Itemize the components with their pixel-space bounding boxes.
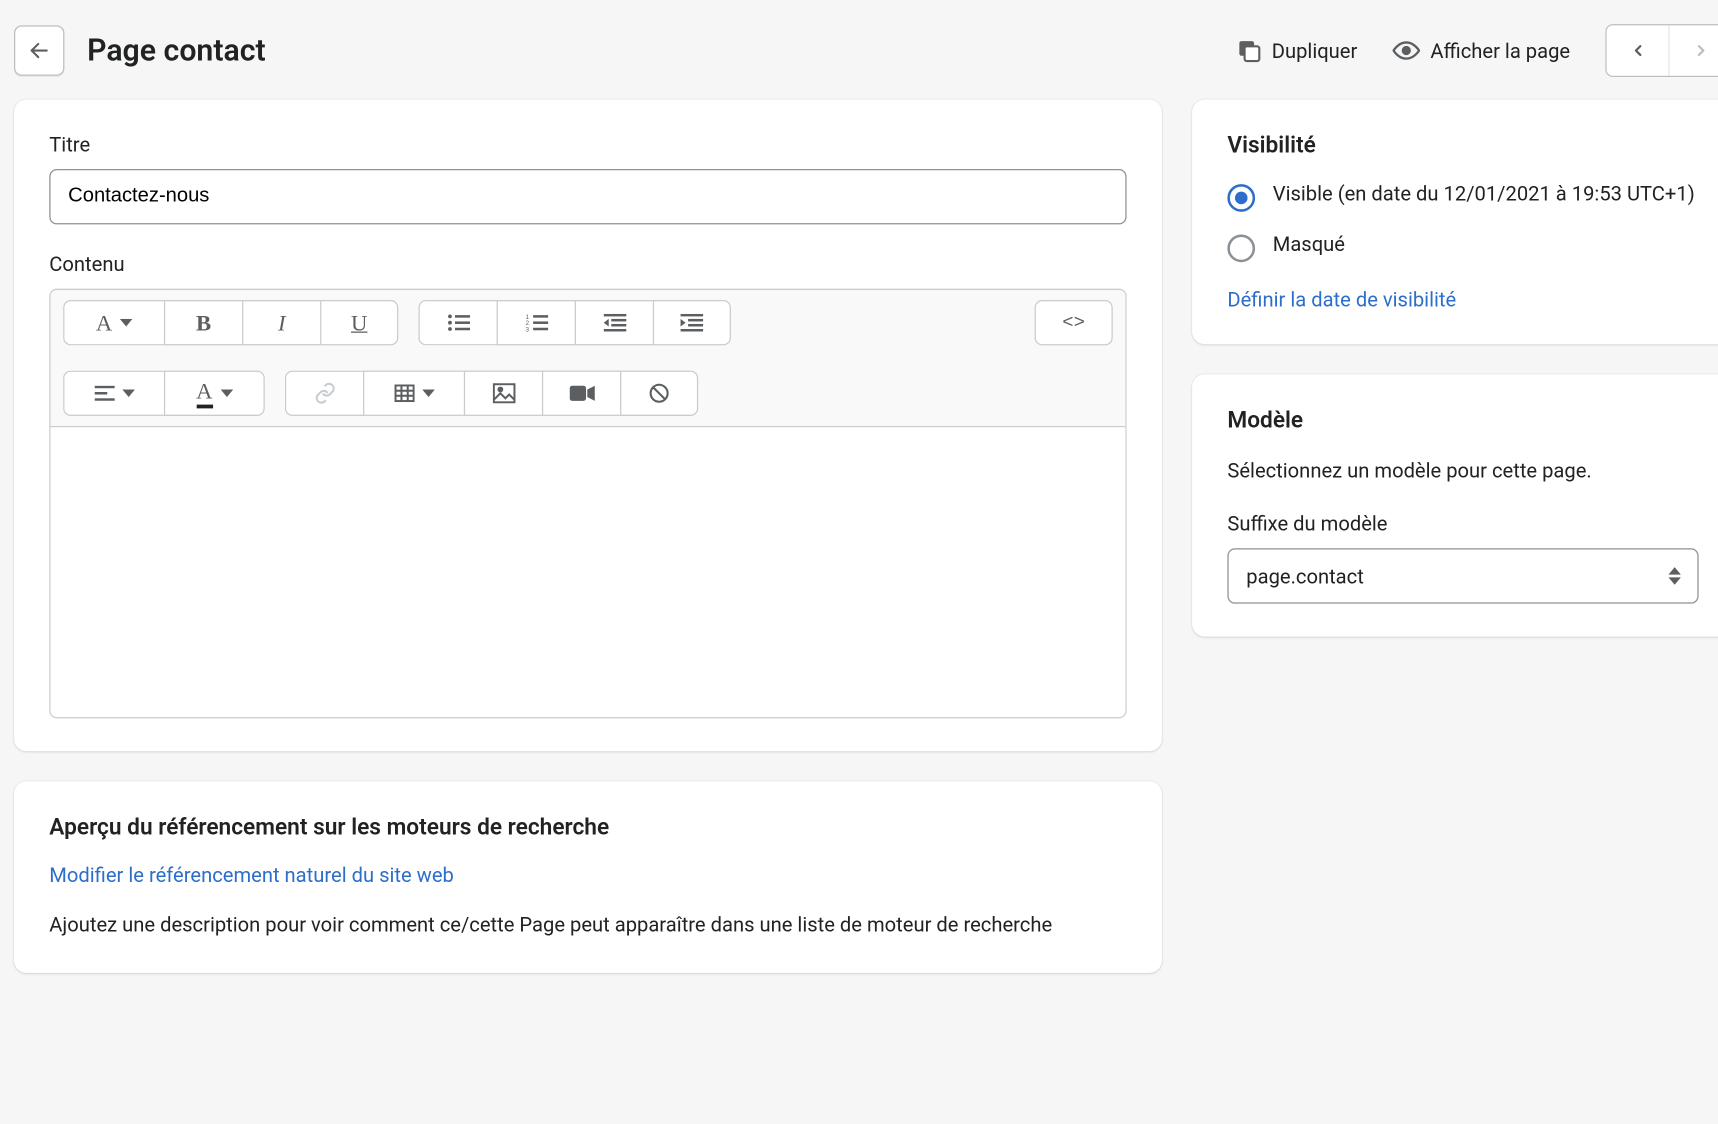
visibility-radio-hidden[interactable]: Masqué	[1227, 232, 1698, 262]
pagination	[1605, 24, 1718, 77]
template-heading: Modèle	[1227, 407, 1698, 433]
view-page-button[interactable]: Afficher la page	[1393, 37, 1571, 65]
title-label: Titre	[49, 132, 1126, 156]
edit-seo-link[interactable]: Modifier le référencement naturel du sit…	[49, 863, 454, 887]
seo-description: Ajoutez une description pour voir commen…	[49, 910, 1126, 940]
rich-text-editor: A B I U 123	[49, 289, 1126, 719]
code-icon: <>	[1062, 312, 1085, 333]
next-page-button[interactable]	[1670, 25, 1718, 75]
numbered-list-button[interactable]: 123	[497, 300, 575, 345]
link-button[interactable]	[285, 371, 363, 416]
bullet-list-icon	[447, 314, 470, 332]
visibility-heading: Visibilité	[1227, 132, 1698, 158]
caret-down-icon	[120, 319, 133, 327]
prev-page-button[interactable]	[1607, 25, 1670, 75]
hidden-label: Masqué	[1273, 232, 1345, 256]
table-icon	[394, 384, 414, 402]
duplicate-label: Dupliquer	[1272, 39, 1358, 63]
video-button[interactable]	[542, 371, 620, 416]
set-visibility-date-link[interactable]: Définir la date de visibilité	[1227, 287, 1698, 311]
chevron-left-icon	[1629, 42, 1647, 60]
underline-button[interactable]: U	[320, 300, 398, 345]
bold-icon: B	[196, 309, 211, 335]
caret-down-icon	[422, 389, 435, 397]
link-icon	[313, 382, 336, 405]
format-letter-icon: A	[96, 309, 112, 335]
numbered-list-icon: 123	[525, 314, 548, 332]
select-chevrons-icon	[1668, 567, 1681, 585]
title-input[interactable]	[49, 169, 1126, 224]
table-dropdown[interactable]	[363, 371, 464, 416]
format-dropdown[interactable]: A	[63, 300, 164, 345]
duplicate-icon	[1236, 38, 1261, 63]
italic-button[interactable]: I	[242, 300, 320, 345]
underline-icon: U	[351, 309, 367, 335]
image-button[interactable]	[464, 371, 542, 416]
editor-toolbar: A B I U 123	[51, 290, 1126, 427]
caret-down-icon	[220, 389, 233, 397]
back-button[interactable]	[14, 25, 64, 75]
outdent-icon	[603, 314, 626, 332]
bold-button[interactable]: B	[164, 300, 242, 345]
clear-icon	[648, 382, 671, 405]
content-card: Titre Contenu A B I U	[14, 100, 1162, 751]
template-suffix-label: Suffixe du modèle	[1227, 512, 1698, 536]
html-view-button[interactable]: <>	[1035, 300, 1113, 345]
image-icon	[492, 383, 515, 403]
radio-unchecked-icon	[1227, 235, 1255, 263]
template-helper: Sélectionnez un modèle pour cette page.	[1227, 456, 1698, 486]
view-page-label: Afficher la page	[1430, 39, 1570, 63]
seo-heading: Aperçu du référencement sur les moteurs …	[49, 814, 1126, 840]
visibility-card: Visibilité Visible (en date du 12/01/202…	[1192, 100, 1718, 344]
visible-label: Visible (en date du 12/01/2021 à 19:53 U…	[1273, 182, 1695, 206]
outdent-button[interactable]	[575, 300, 653, 345]
chevron-right-icon	[1692, 42, 1710, 60]
template-select[interactable]: page.contact	[1227, 548, 1698, 603]
duplicate-button[interactable]: Dupliquer	[1236, 38, 1357, 63]
template-selected-value: page.contact	[1246, 564, 1364, 588]
visibility-radio-visible[interactable]: Visible (en date du 12/01/2021 à 19:53 U…	[1227, 182, 1698, 212]
content-label: Contenu	[49, 252, 1126, 276]
indent-button[interactable]	[653, 300, 731, 345]
bullet-list-button[interactable]	[418, 300, 496, 345]
arrow-left-icon	[28, 39, 51, 62]
text-color-icon: A	[196, 378, 212, 408]
eye-icon	[1393, 37, 1421, 65]
video-icon	[569, 384, 594, 402]
template-card: Modèle Sélectionnez un modèle pour cette…	[1192, 374, 1718, 636]
align-dropdown[interactable]	[63, 371, 164, 416]
text-color-dropdown[interactable]: A	[164, 371, 265, 416]
seo-card: Aperçu du référencement sur les moteurs …	[14, 781, 1162, 973]
align-left-icon	[94, 386, 114, 401]
clear-format-button[interactable]	[620, 371, 698, 416]
svg-text:3: 3	[525, 327, 529, 332]
italic-icon: I	[278, 309, 286, 335]
editor-textarea[interactable]	[51, 427, 1126, 717]
radio-checked-icon	[1227, 184, 1255, 212]
caret-down-icon	[122, 389, 135, 397]
indent-icon	[681, 314, 704, 332]
page-title: Page contact	[87, 33, 266, 68]
